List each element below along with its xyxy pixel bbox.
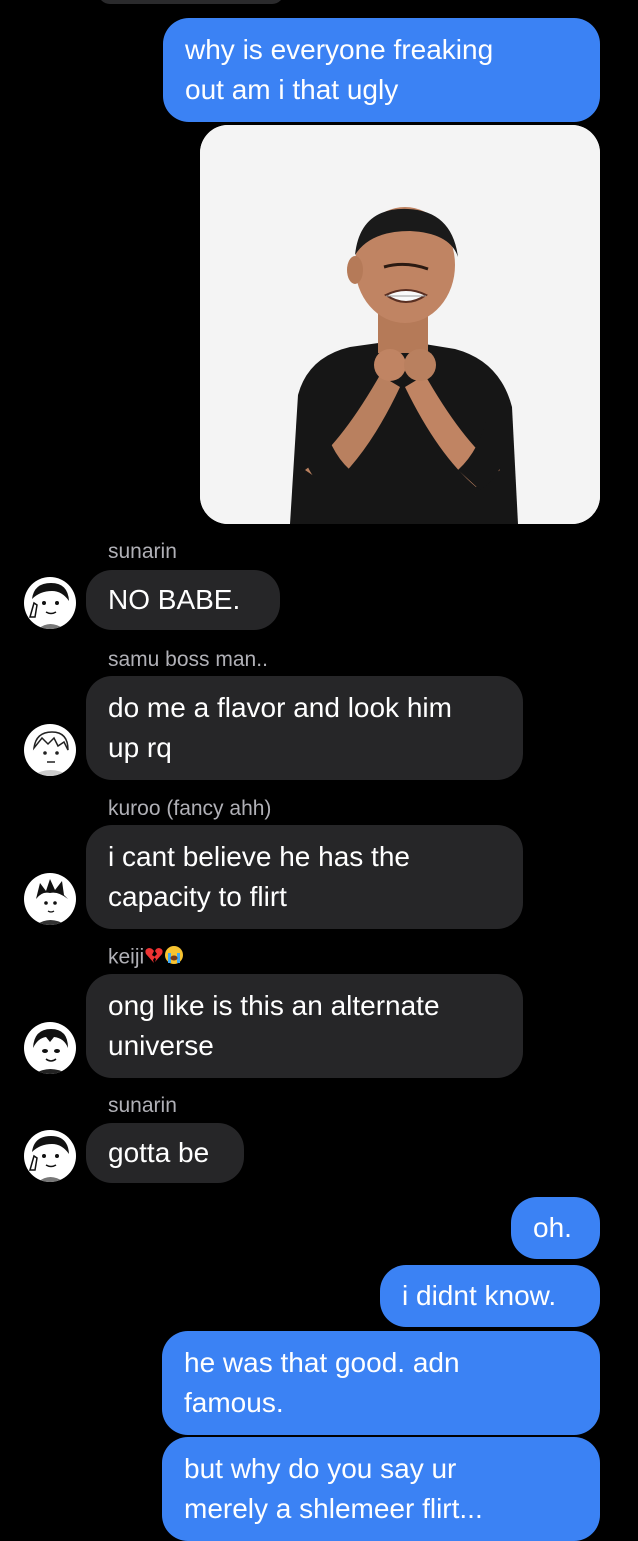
sent-message-bubble[interactable]: but why do you say ur merely a shlemeer … — [162, 1437, 600, 1541]
sent-message-bubble[interactable]: he was that good. adn famous. — [162, 1331, 600, 1435]
received-message-bubble[interactable]: do me a flavor and look him up rq — [86, 676, 523, 780]
sender-name: sunarin — [108, 1094, 177, 1117]
sent-message-bubble[interactable]: oh. — [511, 1197, 600, 1259]
anime-boy-spiky-hair-avatar[interactable] — [24, 873, 76, 925]
sender-name: kuroo (fancy ahh) — [108, 797, 272, 820]
anime-boy-light-hair-avatar[interactable] — [24, 724, 76, 776]
sender-name: samu boss man.. — [108, 648, 268, 671]
received-message-bubble[interactable]: i cant believe he has the capacity to fl… — [86, 825, 523, 929]
anime-boy-peace-sign-avatar[interactable] — [24, 577, 76, 629]
sender-name: keiji — [108, 945, 184, 971]
anime-boy-dark-hair-avatar[interactable] — [24, 1022, 76, 1074]
sent-photo-attachment[interactable] — [200, 125, 600, 524]
loudly-crying-face-emoji — [164, 945, 184, 971]
photo-man-choking-himself — [200, 125, 600, 524]
sender-name-text: keiji — [108, 945, 145, 969]
received-message-bubble[interactable]: ong like is this an alternate universe — [86, 974, 523, 1078]
received-message-bubble[interactable]: NO BABE. — [86, 570, 280, 630]
broken-heart-emoji — [144, 945, 164, 971]
sent-message-bubble[interactable]: why is everyone freaking out am i that u… — [163, 18, 600, 122]
sent-message-bubble[interactable]: i didnt know. — [380, 1265, 600, 1327]
anime-boy-peace-sign-avatar[interactable] — [24, 1130, 76, 1182]
previous-message-fragment — [98, 0, 284, 4]
sender-name: sunarin — [108, 540, 177, 563]
received-message-bubble[interactable]: gotta be — [86, 1123, 244, 1183]
